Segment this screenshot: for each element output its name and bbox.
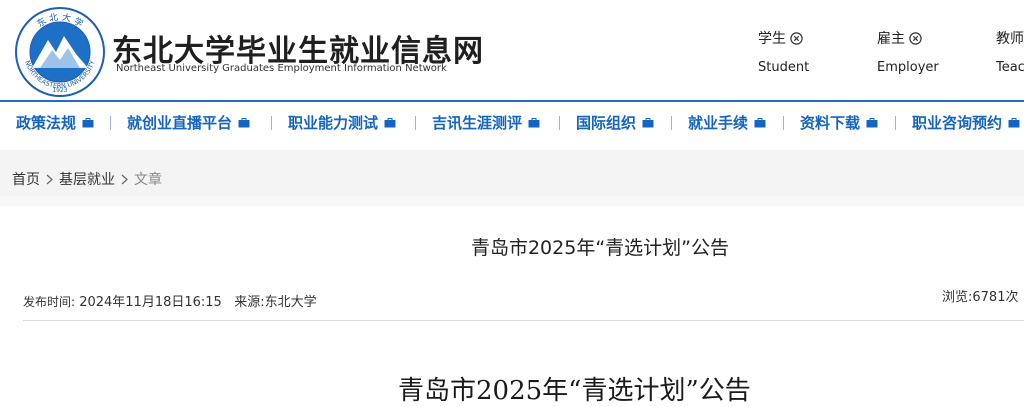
- nav-item-livestream[interactable]: 就创业直播平台: [127, 112, 250, 133]
- site-subtitle: Northeast University Graduates Employmen…: [116, 63, 447, 74]
- nav-separator: [671, 116, 672, 130]
- content-top-strip: [0, 196, 1024, 206]
- meta-divider: [23, 320, 1024, 321]
- nav-item-label: 资料下载: [800, 114, 861, 132]
- role-employer-en: Employer: [877, 60, 939, 75]
- briefcase-icon: [866, 117, 878, 127]
- breadcrumb-current: 文章: [134, 172, 162, 188]
- briefcase-icon: [754, 117, 766, 127]
- nav-separator: [110, 116, 111, 130]
- role-student[interactable]: 学生 Student: [758, 28, 809, 75]
- nav-item-consult-booking[interactable]: 职业咨询预约: [912, 112, 1020, 133]
- briefcase-icon: [384, 117, 396, 127]
- briefcase-icon: [82, 117, 94, 127]
- nav-item-intl-org[interactable]: 国际组织: [576, 112, 654, 133]
- role-teacher-label: 教师: [996, 31, 1024, 47]
- briefcase-icon: [238, 117, 250, 127]
- role-teacher[interactable]: 教师 Teac: [996, 28, 1024, 75]
- nav-item-ability-test[interactable]: 职业能力测试: [288, 112, 396, 133]
- nav-separator: [895, 116, 896, 130]
- emblem-year: 1923: [52, 87, 67, 94]
- role-employer[interactable]: 雇主 Employer: [877, 28, 939, 75]
- nav-separator: [559, 116, 560, 130]
- nav-item-label: 职业能力测试: [288, 114, 379, 132]
- main-nav: 政策法规 就创业直播平台 职业能力测试 吉讯生涯测评 国际组织 就业手续 资料下…: [0, 100, 1024, 146]
- breadcrumb-home[interactable]: 首页: [12, 169, 40, 189]
- role-employer-label: 雇主: [877, 31, 905, 47]
- role-student-label: 学生: [758, 31, 786, 47]
- university-emblem-icon[interactable]: 东 北 大 学 NORTHEASTERN UNIVERSITY 1923: [14, 6, 106, 98]
- source-value: 东北大学: [264, 295, 317, 310]
- nav-item-procedures[interactable]: 就业手续: [688, 112, 766, 133]
- article-meta: 发布时间: 2024年11月18日16:15 来源:东北大学: [23, 291, 317, 310]
- chevron-right-icon: [121, 174, 128, 184]
- views-label: 浏览:: [942, 290, 973, 305]
- article-body-title: 青岛市2025年“青选计划”公告: [398, 376, 751, 406]
- nav-item-label: 职业咨询预约: [912, 114, 1003, 132]
- breadcrumb: 首页 基层就业 文章: [12, 169, 162, 189]
- article-title: 青岛市2025年“青选计划”公告: [470, 237, 730, 259]
- publish-time: 2024年11月18日16:15: [79, 295, 222, 310]
- nav-separator: [271, 116, 272, 130]
- nav-item-label: 就创业直播平台: [127, 114, 233, 132]
- briefcase-icon: [642, 117, 654, 127]
- view-count: 浏览:6781次: [942, 286, 1018, 305]
- circle-x-icon: [909, 31, 922, 45]
- publish-label: 发布时间:: [23, 295, 76, 309]
- nav-item-label: 政策法规: [16, 114, 77, 132]
- nav-item-policy[interactable]: 政策法规: [16, 112, 94, 133]
- nav-separator: [415, 116, 416, 130]
- chevron-right-icon: [46, 174, 53, 184]
- circle-x-icon: [790, 31, 803, 45]
- nav-item-downloads[interactable]: 资料下载: [800, 112, 878, 133]
- views-value: 6781次: [972, 290, 1019, 305]
- site-header: 东 北 大 学 NORTHEASTERN UNIVERSITY 1923 东北大…: [0, 0, 1024, 100]
- nav-item-career-assessment[interactable]: 吉讯生涯测评: [432, 112, 540, 133]
- role-student-en: Student: [758, 60, 810, 75]
- source-label: 来源:: [234, 295, 265, 310]
- briefcase-icon: [528, 117, 540, 127]
- breadcrumb-category[interactable]: 基层就业: [59, 169, 115, 189]
- nav-item-label: 国际组织: [576, 114, 637, 132]
- nav-item-label: 就业手续: [688, 114, 749, 132]
- role-teacher-en: Teac: [996, 60, 1024, 75]
- nav-item-label: 吉讯生涯测评: [432, 114, 523, 132]
- briefcase-icon: [1008, 117, 1020, 127]
- nav-separator: [783, 116, 784, 130]
